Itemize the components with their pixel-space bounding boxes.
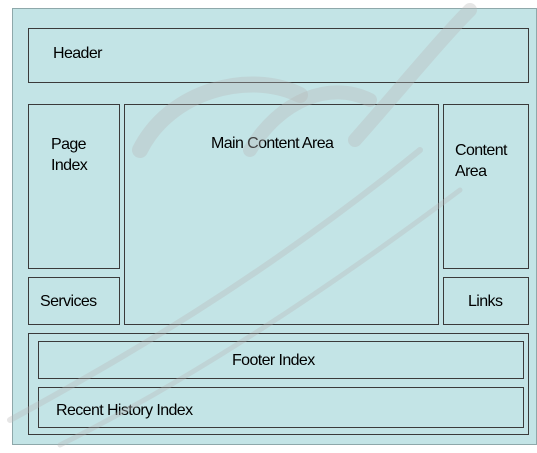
page-index-box: Page Index <box>28 104 120 269</box>
links-box: Links <box>443 277 529 325</box>
services-label: Services <box>40 293 97 310</box>
main-content-box: Main Content Area <box>124 104 439 325</box>
footer-index-label: Footer Index <box>232 352 315 369</box>
page-index-label: Page Index <box>51 136 88 174</box>
header-box: Header <box>28 28 529 83</box>
footer-index-box: Footer Index <box>38 341 524 379</box>
main-content-label: Main Content Area <box>211 135 334 152</box>
content-area-box: Content Area <box>443 104 529 269</box>
services-box: Services <box>28 277 120 325</box>
links-label: Links <box>468 293 503 310</box>
content-area-label: Content Area <box>455 142 507 180</box>
header-label: Header <box>53 45 102 62</box>
recent-history-label: Recent History Index <box>56 402 193 419</box>
recent-history-box: Recent History Index <box>38 387 524 428</box>
